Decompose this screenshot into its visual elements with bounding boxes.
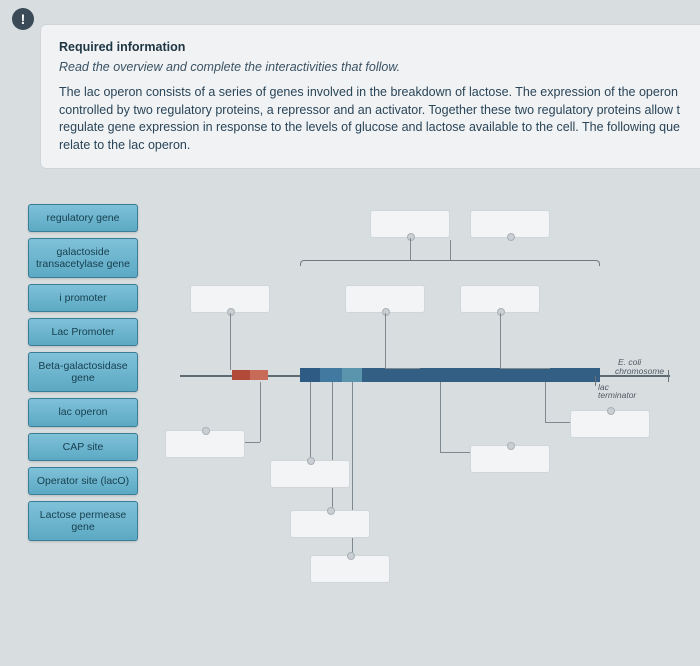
lead-u3b bbox=[500, 368, 550, 369]
info-panel: Required information Read the overview a… bbox=[40, 24, 700, 169]
drop-low-5[interactable] bbox=[470, 445, 550, 473]
lead-top1 bbox=[410, 238, 411, 260]
drop-mid-3[interactable] bbox=[460, 285, 540, 313]
brace-operon bbox=[300, 260, 600, 266]
lead-d3 bbox=[332, 382, 333, 522]
term-regulatory-gene[interactable]: regulatory gene bbox=[28, 204, 138, 232]
panel-subtitle: Read the overview and complete the inter… bbox=[59, 59, 682, 77]
drop-top-1[interactable] bbox=[370, 210, 450, 238]
term-beta-galactosidase[interactable]: Beta-galactosidase gene bbox=[28, 352, 138, 392]
seg-lacp bbox=[320, 368, 342, 382]
term-list: regulatory gene galactoside transacetyla… bbox=[28, 204, 138, 547]
term-lac-promoter[interactable]: Lac Promoter bbox=[28, 318, 138, 346]
seg-cap bbox=[300, 368, 320, 382]
drop-mid-2[interactable] bbox=[345, 285, 425, 313]
label-chromosome: chromosome bbox=[615, 367, 664, 376]
panel-title: Required information bbox=[59, 39, 682, 57]
alert-icon: ! bbox=[12, 8, 34, 30]
lead-d5 bbox=[440, 382, 441, 452]
lead-u2b bbox=[385, 368, 420, 369]
drop-low-4[interactable] bbox=[310, 555, 390, 583]
term-lactose-permease[interactable]: Lactose permease gene bbox=[28, 501, 138, 541]
panel-body: The lac operon consists of a series of g… bbox=[59, 84, 682, 154]
lead-u3 bbox=[500, 313, 501, 368]
term-cap-site[interactable]: CAP site bbox=[28, 433, 138, 461]
drop-low-3[interactable] bbox=[290, 510, 370, 538]
label-terminator: terminator bbox=[598, 391, 636, 400]
seg-laco bbox=[342, 368, 362, 382]
brace-stem bbox=[450, 240, 451, 260]
drop-mid-1[interactable] bbox=[190, 285, 270, 313]
term-lac-operon[interactable]: lac operon bbox=[28, 398, 138, 426]
term-operator-site[interactable]: Operator site (lacO) bbox=[28, 467, 138, 495]
drop-low-1[interactable] bbox=[165, 430, 245, 458]
lead-d6 bbox=[545, 382, 546, 422]
drop-low-6[interactable] bbox=[570, 410, 650, 438]
seg-i-gene bbox=[250, 370, 268, 380]
lead-u2 bbox=[385, 313, 386, 368]
drop-top-2[interactable] bbox=[470, 210, 550, 238]
diagram-area: E. coli chromosome lac terminator bbox=[150, 200, 690, 640]
drop-low-2[interactable] bbox=[270, 460, 350, 488]
tick-right-end bbox=[668, 370, 669, 382]
term-i-promoter[interactable]: i promoter bbox=[28, 284, 138, 312]
lead-d1 bbox=[260, 382, 261, 442]
seg-i-promoter bbox=[232, 370, 250, 380]
lead-u1 bbox=[230, 313, 231, 370]
term-galactoside-transacetylase[interactable]: galactoside transacetylase gene bbox=[28, 238, 138, 278]
tick-terminator bbox=[595, 376, 596, 386]
